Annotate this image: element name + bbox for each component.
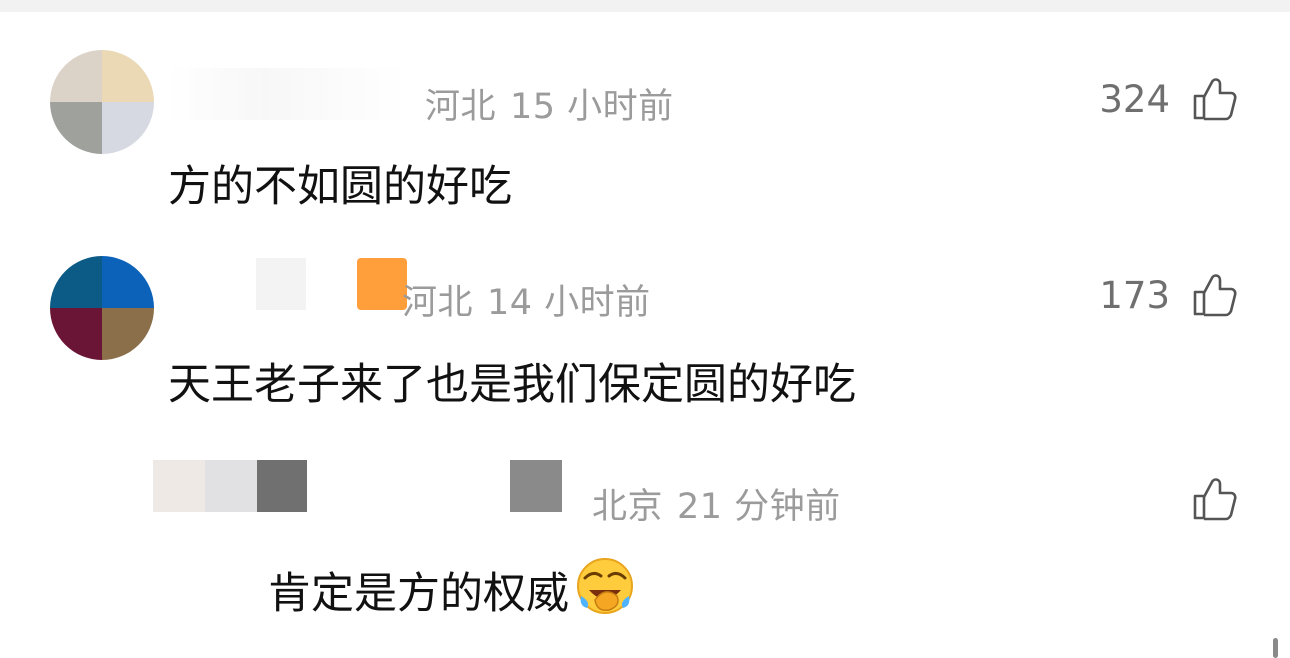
like-count: 324 [1099, 78, 1170, 121]
username-mosaic[interactable] [168, 68, 408, 120]
comment-time: 21 分钟前 [677, 487, 841, 527]
comment-text: 肯定是方的权威 [268, 556, 635, 621]
face-with-tears-of-joy-icon [577, 558, 633, 614]
top-divider [0, 0, 1290, 12]
comment-meta: 河北 15 小时前 [425, 78, 688, 129]
avatar[interactable] [50, 256, 154, 360]
comment-time: 15 小时前 [510, 87, 674, 127]
comment-text-body: 肯定是方的权威 [268, 569, 569, 619]
comment-text: 天王老子来了也是我们保定圆的好吃 [168, 360, 856, 410]
username-mosaic[interactable] [256, 258, 306, 310]
comment-location: 河北 [402, 283, 474, 323]
comment-time: 14 小时前 [487, 283, 651, 323]
like-count: 173 [1099, 274, 1170, 317]
username-mosaic [510, 460, 562, 512]
thumbs-up-icon[interactable] [1192, 476, 1238, 522]
comment-meta: 北京 21 分钟前 [592, 478, 855, 529]
avatar[interactable] [153, 460, 205, 512]
comment-location: 北京 [592, 487, 664, 527]
avatar[interactable] [50, 50, 154, 154]
comment-list-page: 河北 15 小时前 方的不如圆的好吃 324 河北 14 小时前 天王老子来了也是我… [0, 0, 1290, 658]
thumbs-up-icon[interactable] [1192, 76, 1238, 122]
username-mosaic[interactable] [205, 460, 257, 512]
thumbs-up-icon[interactable] [1192, 272, 1238, 318]
username-badge-mosaic [357, 258, 407, 310]
scrollbar[interactable] [1273, 638, 1278, 658]
comment-location: 河北 [425, 87, 497, 127]
username-mosaic [257, 460, 307, 512]
comment-text: 方的不如圆的好吃 [168, 162, 512, 212]
comment-meta: 河北 14 小时前 [402, 274, 665, 325]
